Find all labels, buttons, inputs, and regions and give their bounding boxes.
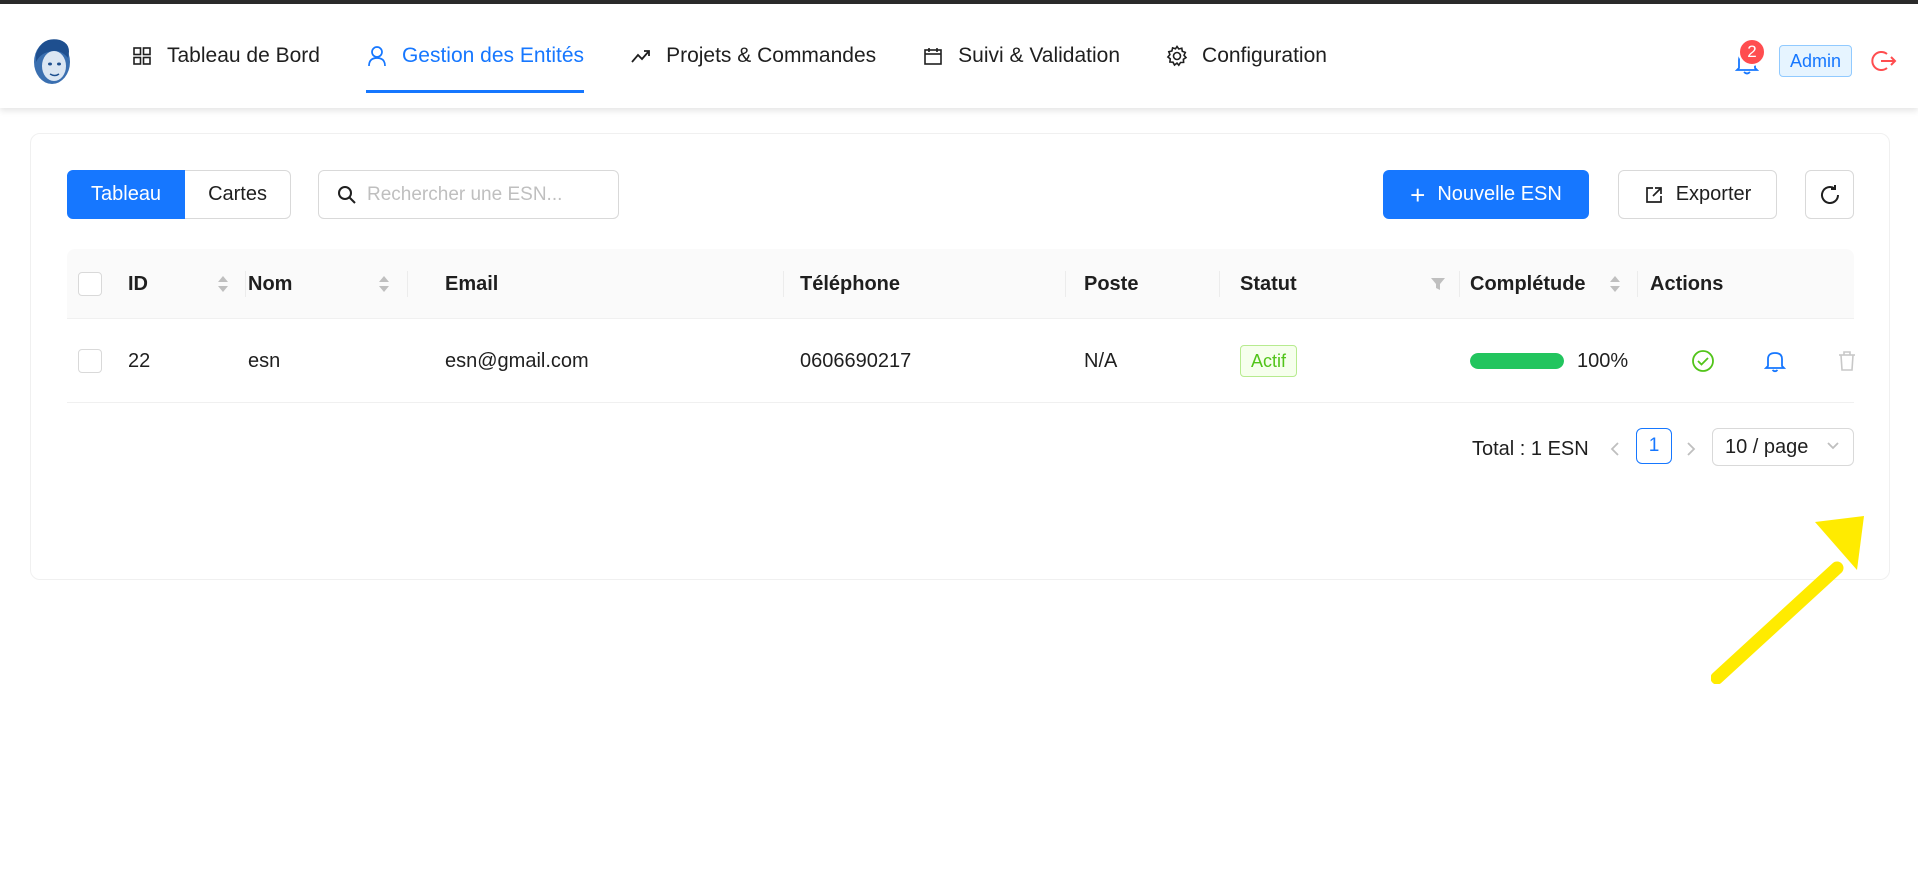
- annotation-arrow: [1711, 516, 1864, 684]
- cell-id: 22: [128, 349, 151, 372]
- grid-icon: [131, 45, 153, 67]
- cell-poste: N/A: [1084, 349, 1118, 372]
- plus-icon: +: [1410, 179, 1426, 210]
- page-number-current[interactable]: 1: [1636, 428, 1672, 464]
- select-all-checkbox[interactable]: [78, 272, 102, 296]
- nav-label: Tableau de Bord: [167, 44, 320, 67]
- col-header-nom[interactable]: Nom: [248, 249, 292, 319]
- user-icon: [366, 45, 388, 67]
- table-header: ID Nom Email Téléphone Poste Statut Comp…: [67, 249, 1854, 319]
- column-divider: [783, 271, 784, 297]
- sort-icon[interactable]: [1608, 273, 1622, 295]
- logout-icon: [1871, 51, 1897, 71]
- nav-gestion-des-entites[interactable]: Gestion des Entités: [365, 4, 585, 108]
- page-size-value: 10 / page: [1725, 435, 1809, 458]
- view-switcher: Tableau Cartes: [67, 170, 291, 219]
- nav-label: Suivi & Validation: [958, 44, 1121, 67]
- delete-action[interactable]: [1837, 319, 1857, 403]
- column-divider: [1065, 271, 1066, 297]
- nav-projets-commandes[interactable]: Projets & Commandes: [630, 4, 876, 108]
- gear-icon: [1166, 45, 1188, 67]
- column-divider: [1637, 271, 1638, 297]
- export-label: Exporter: [1675, 183, 1752, 205]
- trash-icon: [1839, 351, 1855, 371]
- search-icon: [338, 185, 356, 204]
- status-badge: Actif: [1240, 345, 1298, 377]
- app-logo[interactable]: [26, 32, 78, 88]
- chevron-down-icon: [1827, 442, 1839, 450]
- search-box: [318, 170, 619, 219]
- cell-completude: 100%: [1470, 319, 1628, 403]
- cell-statut: Actif: [1240, 319, 1298, 403]
- new-esn-label: Nouvelle ESN: [1437, 183, 1562, 205]
- nav-label: Gestion des Entités: [401, 44, 585, 67]
- export-icon: [1644, 185, 1664, 205]
- app-header: Tableau de Bord Gestion des Entités Proj…: [0, 4, 1918, 108]
- check-circle-icon: [1692, 350, 1714, 372]
- nav-label: Configuration: [1202, 44, 1327, 67]
- logout-button[interactable]: [1871, 48, 1897, 74]
- completude-percent: 100%: [1577, 349, 1629, 372]
- chevron-right-icon: [1687, 442, 1696, 456]
- refresh-button[interactable]: [1805, 170, 1854, 219]
- page-size-select[interactable]: 10 / page: [1712, 428, 1854, 466]
- row-select-cell: [78, 319, 102, 403]
- pagination-total: Total : 1 ESN: [1472, 437, 1589, 460]
- prev-page-button[interactable]: [1603, 431, 1627, 467]
- row-checkbox[interactable]: [78, 349, 102, 373]
- col-header-telephone: Téléphone: [800, 272, 901, 295]
- trend-icon: [630, 45, 652, 67]
- col-header-id[interactable]: ID: [128, 249, 148, 319]
- nav-tableau-de-bord[interactable]: Tableau de Bord: [131, 4, 320, 108]
- column-divider: [1459, 271, 1460, 297]
- bell-icon: [1764, 352, 1786, 373]
- sort-icon[interactable]: [216, 273, 230, 295]
- progress-fill: [1470, 353, 1564, 369]
- chevron-left-icon: [1610, 442, 1619, 456]
- col-header-completude[interactable]: Complétude: [1470, 249, 1586, 319]
- user-role-tag[interactable]: Admin: [1779, 45, 1853, 77]
- export-button[interactable]: Exporter: [1618, 170, 1777, 219]
- view-tab-tableau[interactable]: Tableau: [67, 170, 186, 219]
- search-input[interactable]: [367, 183, 607, 206]
- column-divider: [245, 271, 246, 297]
- view-tab-cartes[interactable]: Cartes: [185, 170, 291, 219]
- cell-telephone: 0606690217: [800, 349, 912, 372]
- new-esn-button[interactable]: + Nouvelle ESN: [1383, 170, 1589, 219]
- nav-label: Projets & Commandes: [666, 44, 877, 67]
- notification-badge: 2: [1738, 38, 1766, 66]
- col-header-email: Email: [445, 272, 499, 295]
- nav-configuration[interactable]: Configuration: [1166, 4, 1327, 108]
- nav-suivi-validation[interactable]: Suivi & Validation: [922, 4, 1120, 108]
- main-nav: Tableau de Bord Gestion des Entités Proj…: [131, 4, 1373, 108]
- refresh-icon: [1820, 184, 1839, 204]
- calendar-icon: [922, 45, 944, 67]
- sort-icon[interactable]: [377, 273, 391, 295]
- notify-action[interactable]: [1764, 319, 1786, 403]
- filter-icon[interactable]: [1429, 275, 1447, 293]
- col-header-statut: Statut: [1240, 272, 1297, 295]
- completude-progress: [1470, 353, 1564, 369]
- table-row: 22 esn esn@gmail.com 0606690217 N/A Acti…: [67, 319, 1857, 403]
- validate-action[interactable]: [1691, 319, 1715, 403]
- column-divider: [407, 271, 408, 297]
- column-divider: [1219, 271, 1220, 297]
- next-page-button[interactable]: [1679, 431, 1703, 467]
- select-all-cell: [78, 249, 102, 319]
- col-header-actions: Actions: [1650, 272, 1724, 295]
- cell-email: esn@gmail.com: [445, 349, 589, 372]
- col-header-poste: Poste: [1084, 272, 1139, 295]
- esn-list-card: Tableau Cartes + Nouvelle ESN Exporter I…: [30, 133, 1890, 684]
- cell-nom: esn: [248, 349, 281, 372]
